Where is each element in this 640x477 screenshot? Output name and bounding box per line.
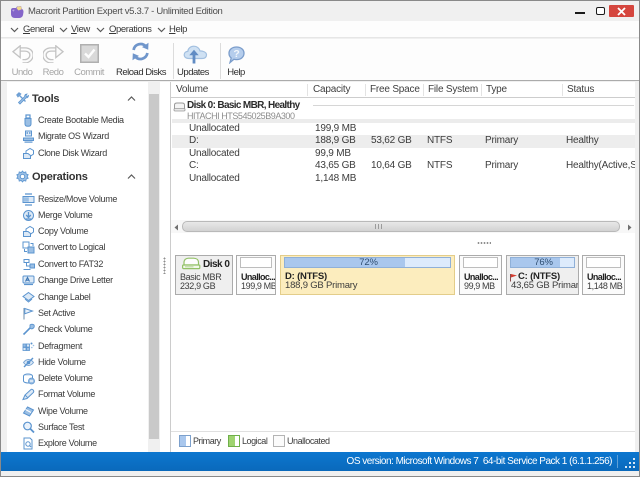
svg-text:?: ? — [233, 48, 239, 60]
